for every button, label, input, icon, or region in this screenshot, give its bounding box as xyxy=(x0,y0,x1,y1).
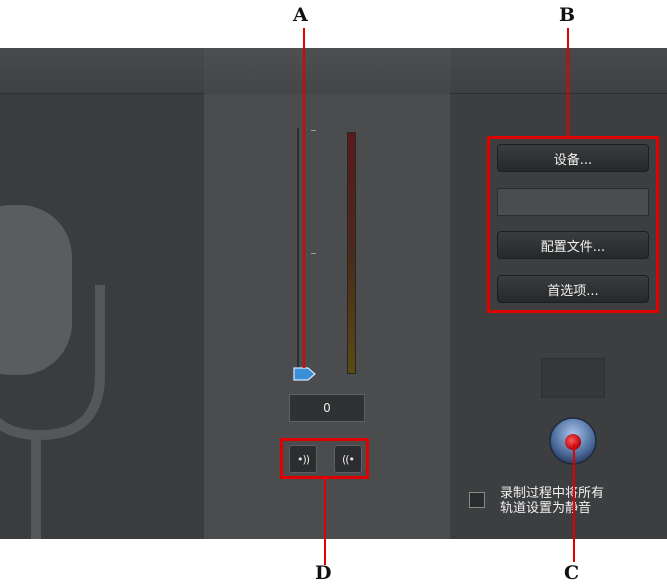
callout-label-d: D xyxy=(315,562,332,584)
callout-line-a xyxy=(303,28,305,368)
callout-line-c xyxy=(573,444,575,562)
callout-label-b: B xyxy=(559,4,576,26)
timer-display xyxy=(541,358,605,398)
callout-line-d xyxy=(324,479,326,565)
slider-tick xyxy=(311,253,316,254)
input-level-slider-track[interactable] xyxy=(297,128,299,374)
slider-thumb-icon[interactable] xyxy=(292,366,318,382)
input-level-meter xyxy=(347,132,356,374)
callout-label-c: C xyxy=(564,562,580,584)
callout-box-d xyxy=(280,438,369,479)
mute-tracks-label: 录制过程中将所有 轨道设置为静音 xyxy=(500,486,640,516)
callout-line-b xyxy=(567,28,569,136)
mute-tracks-checkbox[interactable] xyxy=(469,492,485,508)
callout-label-a: A xyxy=(293,4,308,26)
slider-tick xyxy=(311,130,316,131)
mute-tracks-label-line2: 轨道设置为静音 xyxy=(500,501,592,516)
microphone-icon xyxy=(0,205,105,539)
panel-header-center xyxy=(204,48,450,94)
mute-tracks-label-line1: 录制过程中将所有 xyxy=(500,486,605,501)
callout-box-b xyxy=(487,136,659,313)
input-level-value[interactable]: 0 xyxy=(289,394,365,422)
